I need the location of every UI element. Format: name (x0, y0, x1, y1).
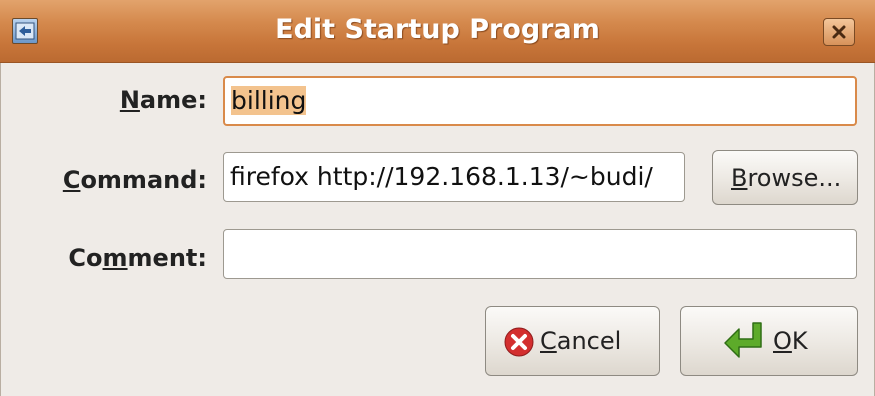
dialog-content: Name: billing Command: firefox http://19… (0, 63, 875, 396)
name-label: Name: (119, 86, 207, 114)
comment-label: Comment: (68, 244, 207, 272)
edit-startup-program-dialog: Edit Startup Program Name: billing Comma… (0, 0, 875, 396)
title-bar[interactable]: Edit Startup Program (0, 0, 875, 63)
ok-arrow-icon (724, 322, 762, 358)
name-field-value: billing (231, 86, 307, 115)
cancel-icon (504, 327, 534, 357)
command-field[interactable]: firefox http://192.168.1.13/~budi/ (223, 152, 685, 202)
name-field[interactable]: billing (223, 76, 857, 126)
command-field-value: firefox http://192.168.1.13/~budi/ (230, 162, 653, 191)
ok-button[interactable]: OK (680, 306, 858, 376)
close-icon (832, 25, 846, 39)
window-title: Edit Startup Program (275, 14, 600, 45)
browse-button[interactable]: Browse... (712, 150, 858, 205)
cancel-button[interactable]: Cancel (485, 306, 660, 376)
close-button[interactable] (823, 18, 855, 46)
command-label: Command: (62, 166, 207, 194)
comment-field[interactable] (223, 229, 857, 279)
